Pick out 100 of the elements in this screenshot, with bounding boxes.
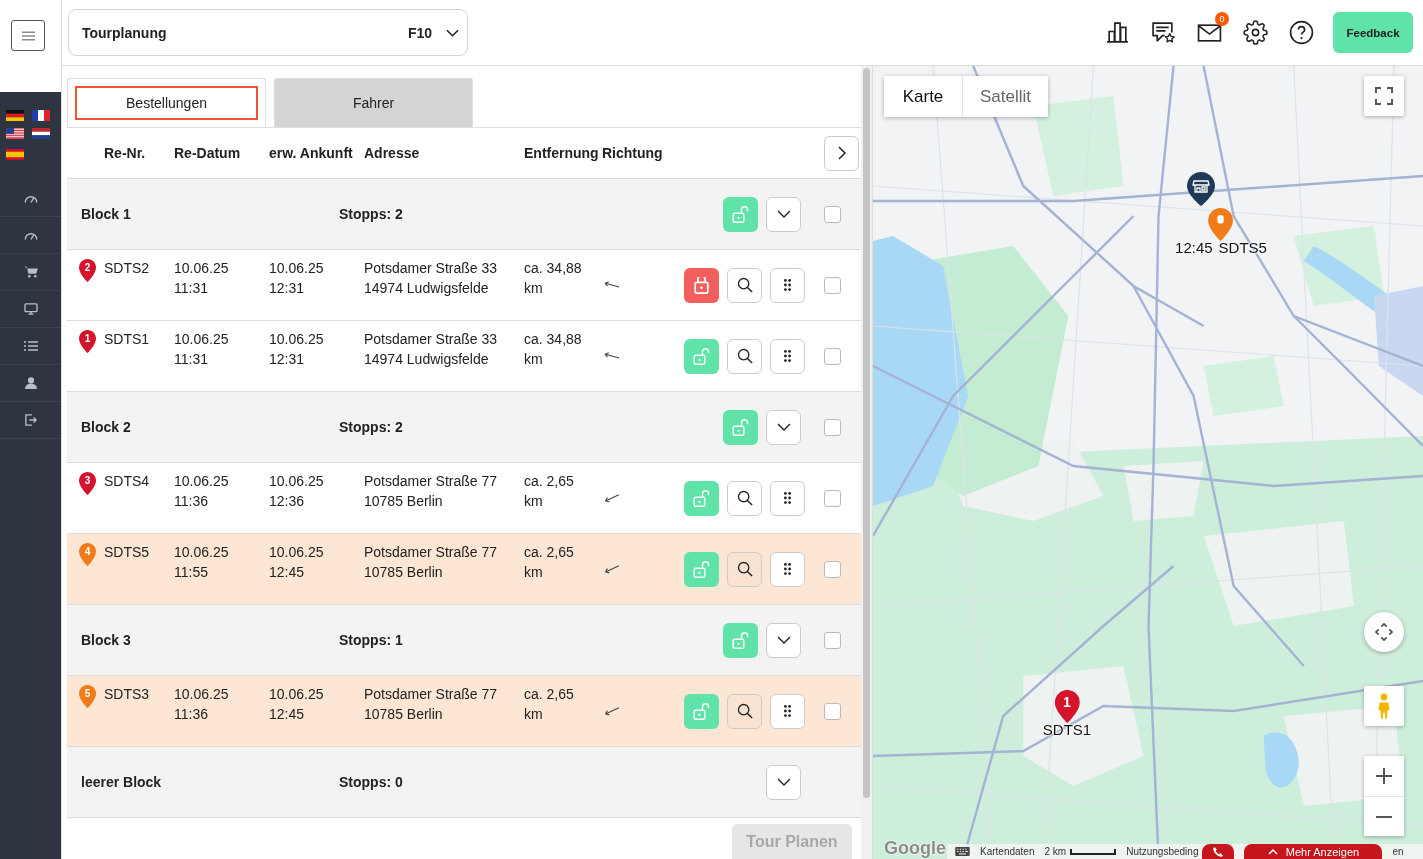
- checkbox[interactable]: [824, 205, 841, 223]
- checkbox[interactable]: [824, 560, 841, 578]
- stop-marker: 3: [79, 472, 96, 495]
- bar-chart-icon[interactable]: [1105, 20, 1130, 45]
- block-name: Block 3: [81, 632, 132, 648]
- drag-handle[interactable]: [770, 267, 805, 303]
- four-arrows-icon: [1375, 623, 1393, 641]
- zoom-in-button[interactable]: [1364, 756, 1404, 796]
- tab[interactable]: Bestellungen: [67, 78, 266, 127]
- search-button[interactable]: [727, 480, 762, 516]
- open-padlock-icon: [732, 631, 749, 649]
- stop-count: Stopps: 2: [339, 419, 404, 435]
- stop-marker: 2: [79, 259, 96, 282]
- map-link[interactable]: en: [1392, 846, 1404, 857]
- menu-icon: [21, 30, 35, 41]
- arrival-time: 10.06.25 12:31: [269, 330, 325, 369]
- checkbox[interactable]: [824, 276, 841, 294]
- scrollbar-thumb[interactable]: [863, 68, 870, 798]
- drag-handle[interactable]: [770, 338, 805, 374]
- expand-button[interactable]: [766, 622, 801, 658]
- list-icon[interactable]: [23, 340, 38, 352]
- notification-badge: 0: [1215, 12, 1229, 26]
- call-button[interactable]: [1202, 844, 1235, 859]
- grip-icon: [784, 279, 791, 291]
- order-number: SDTS1: [104, 330, 151, 349]
- open-padlock-icon: [693, 702, 710, 720]
- grip-icon: [784, 563, 791, 575]
- stop-count: Stopps: 0: [339, 774, 404, 790]
- open-padlock-icon: [693, 347, 710, 365]
- order-date: 10.06.25 11:36: [174, 472, 230, 511]
- dutch-flag-icon[interactable]: [32, 128, 50, 139]
- checkbox[interactable]: [824, 418, 841, 436]
- chevron-down-icon: [776, 636, 791, 644]
- address: Potsdamer Straße 77 10785 Berlin: [364, 472, 499, 511]
- fullscreen-button[interactable]: [1364, 76, 1404, 116]
- search-button[interactable]: [727, 693, 762, 729]
- map-stop-marker[interactable]: 1: [1054, 690, 1080, 723]
- order-number: SDTS2: [104, 259, 151, 278]
- expand-button[interactable]: [766, 409, 801, 445]
- map-type-tab[interactable]: Satellit: [963, 76, 1049, 117]
- feedback-button[interactable]: Feedback: [1333, 12, 1413, 53]
- order-number: SDTS4: [104, 472, 151, 491]
- next-button[interactable]: [824, 135, 859, 171]
- checkbox[interactable]: [824, 347, 841, 365]
- module-select[interactable]: Tourplanung F10: [68, 9, 468, 56]
- map-data-link[interactable]: Kartendaten: [980, 846, 1035, 857]
- marker-label: SDTS5: [1218, 239, 1267, 256]
- search-button[interactable]: [727, 338, 762, 374]
- cart-icon[interactable]: [23, 266, 38, 278]
- arrival-time: 10.06.25 12:31: [269, 259, 325, 298]
- scale-label: 2 km: [1044, 846, 1067, 857]
- french-flag-icon[interactable]: [32, 110, 50, 121]
- locked-button[interactable]: [684, 267, 719, 303]
- checkbox[interactable]: [824, 631, 841, 649]
- store-pin-icon[interactable]: [1187, 172, 1215, 206]
- settings-icon[interactable]: [1243, 20, 1268, 45]
- keyboard-icon[interactable]: [955, 847, 970, 856]
- order-date: 10.06.25 11:31: [174, 259, 230, 298]
- chat-star-icon[interactable]: [1151, 20, 1176, 45]
- block-name: Block 2: [81, 419, 132, 435]
- column-header: erw. Ankunft: [269, 145, 354, 161]
- logout-icon[interactable]: [23, 414, 38, 426]
- column-header: Entfernung: [524, 145, 600, 161]
- tab[interactable]: Fahrer: [274, 78, 473, 127]
- show-more-button[interactable]: Mehr Anzeigen: [1244, 844, 1383, 859]
- marker-label: 12:45: [1175, 239, 1213, 256]
- search-icon: [736, 277, 753, 293]
- spanish-flag-icon[interactable]: [6, 149, 24, 160]
- checkbox[interactable]: [824, 702, 841, 720]
- order-date: 10.06.25 11:55: [174, 543, 230, 582]
- menu-button[interactable]: [11, 20, 45, 51]
- shortcut-key: F10: [407, 24, 432, 41]
- help-icon[interactable]: [1289, 20, 1314, 45]
- block-name: leerer Block: [81, 774, 163, 790]
- us-flag-icon[interactable]: [6, 128, 24, 139]
- checkbox[interactable]: [824, 489, 841, 507]
- map-type-tab[interactable]: Karte: [884, 76, 963, 117]
- scale-bar-icon: [1070, 848, 1117, 855]
- search-button[interactable]: [727, 551, 762, 587]
- drag-handle[interactable]: [770, 551, 805, 587]
- stop-marker: 4: [79, 543, 96, 566]
- search-button[interactable]: [727, 267, 762, 303]
- order-number: SDTS3: [104, 685, 151, 704]
- terms-link[interactable]: Nutzungsbeding: [1126, 846, 1199, 857]
- monitor-icon[interactable]: [23, 303, 38, 315]
- drag-handle[interactable]: [770, 693, 805, 729]
- column-header: Re-Nr.: [104, 145, 147, 161]
- drag-handle[interactable]: [770, 480, 805, 516]
- scrollbar[interactable]: [861, 66, 873, 859]
- user-icon[interactable]: [23, 377, 38, 389]
- search-icon: [736, 703, 753, 719]
- german-flag-icon[interactable]: [6, 110, 24, 121]
- minus-icon: [1376, 815, 1392, 818]
- open-padlock-icon: [693, 489, 710, 507]
- expand-button[interactable]: [766, 196, 801, 232]
- map-logo: Google: [884, 837, 946, 859]
- search-icon: [736, 490, 753, 506]
- chevron-up-icon: [1267, 848, 1278, 855]
- expand-button[interactable]: [766, 764, 801, 800]
- plus-icon: [1376, 768, 1392, 784]
